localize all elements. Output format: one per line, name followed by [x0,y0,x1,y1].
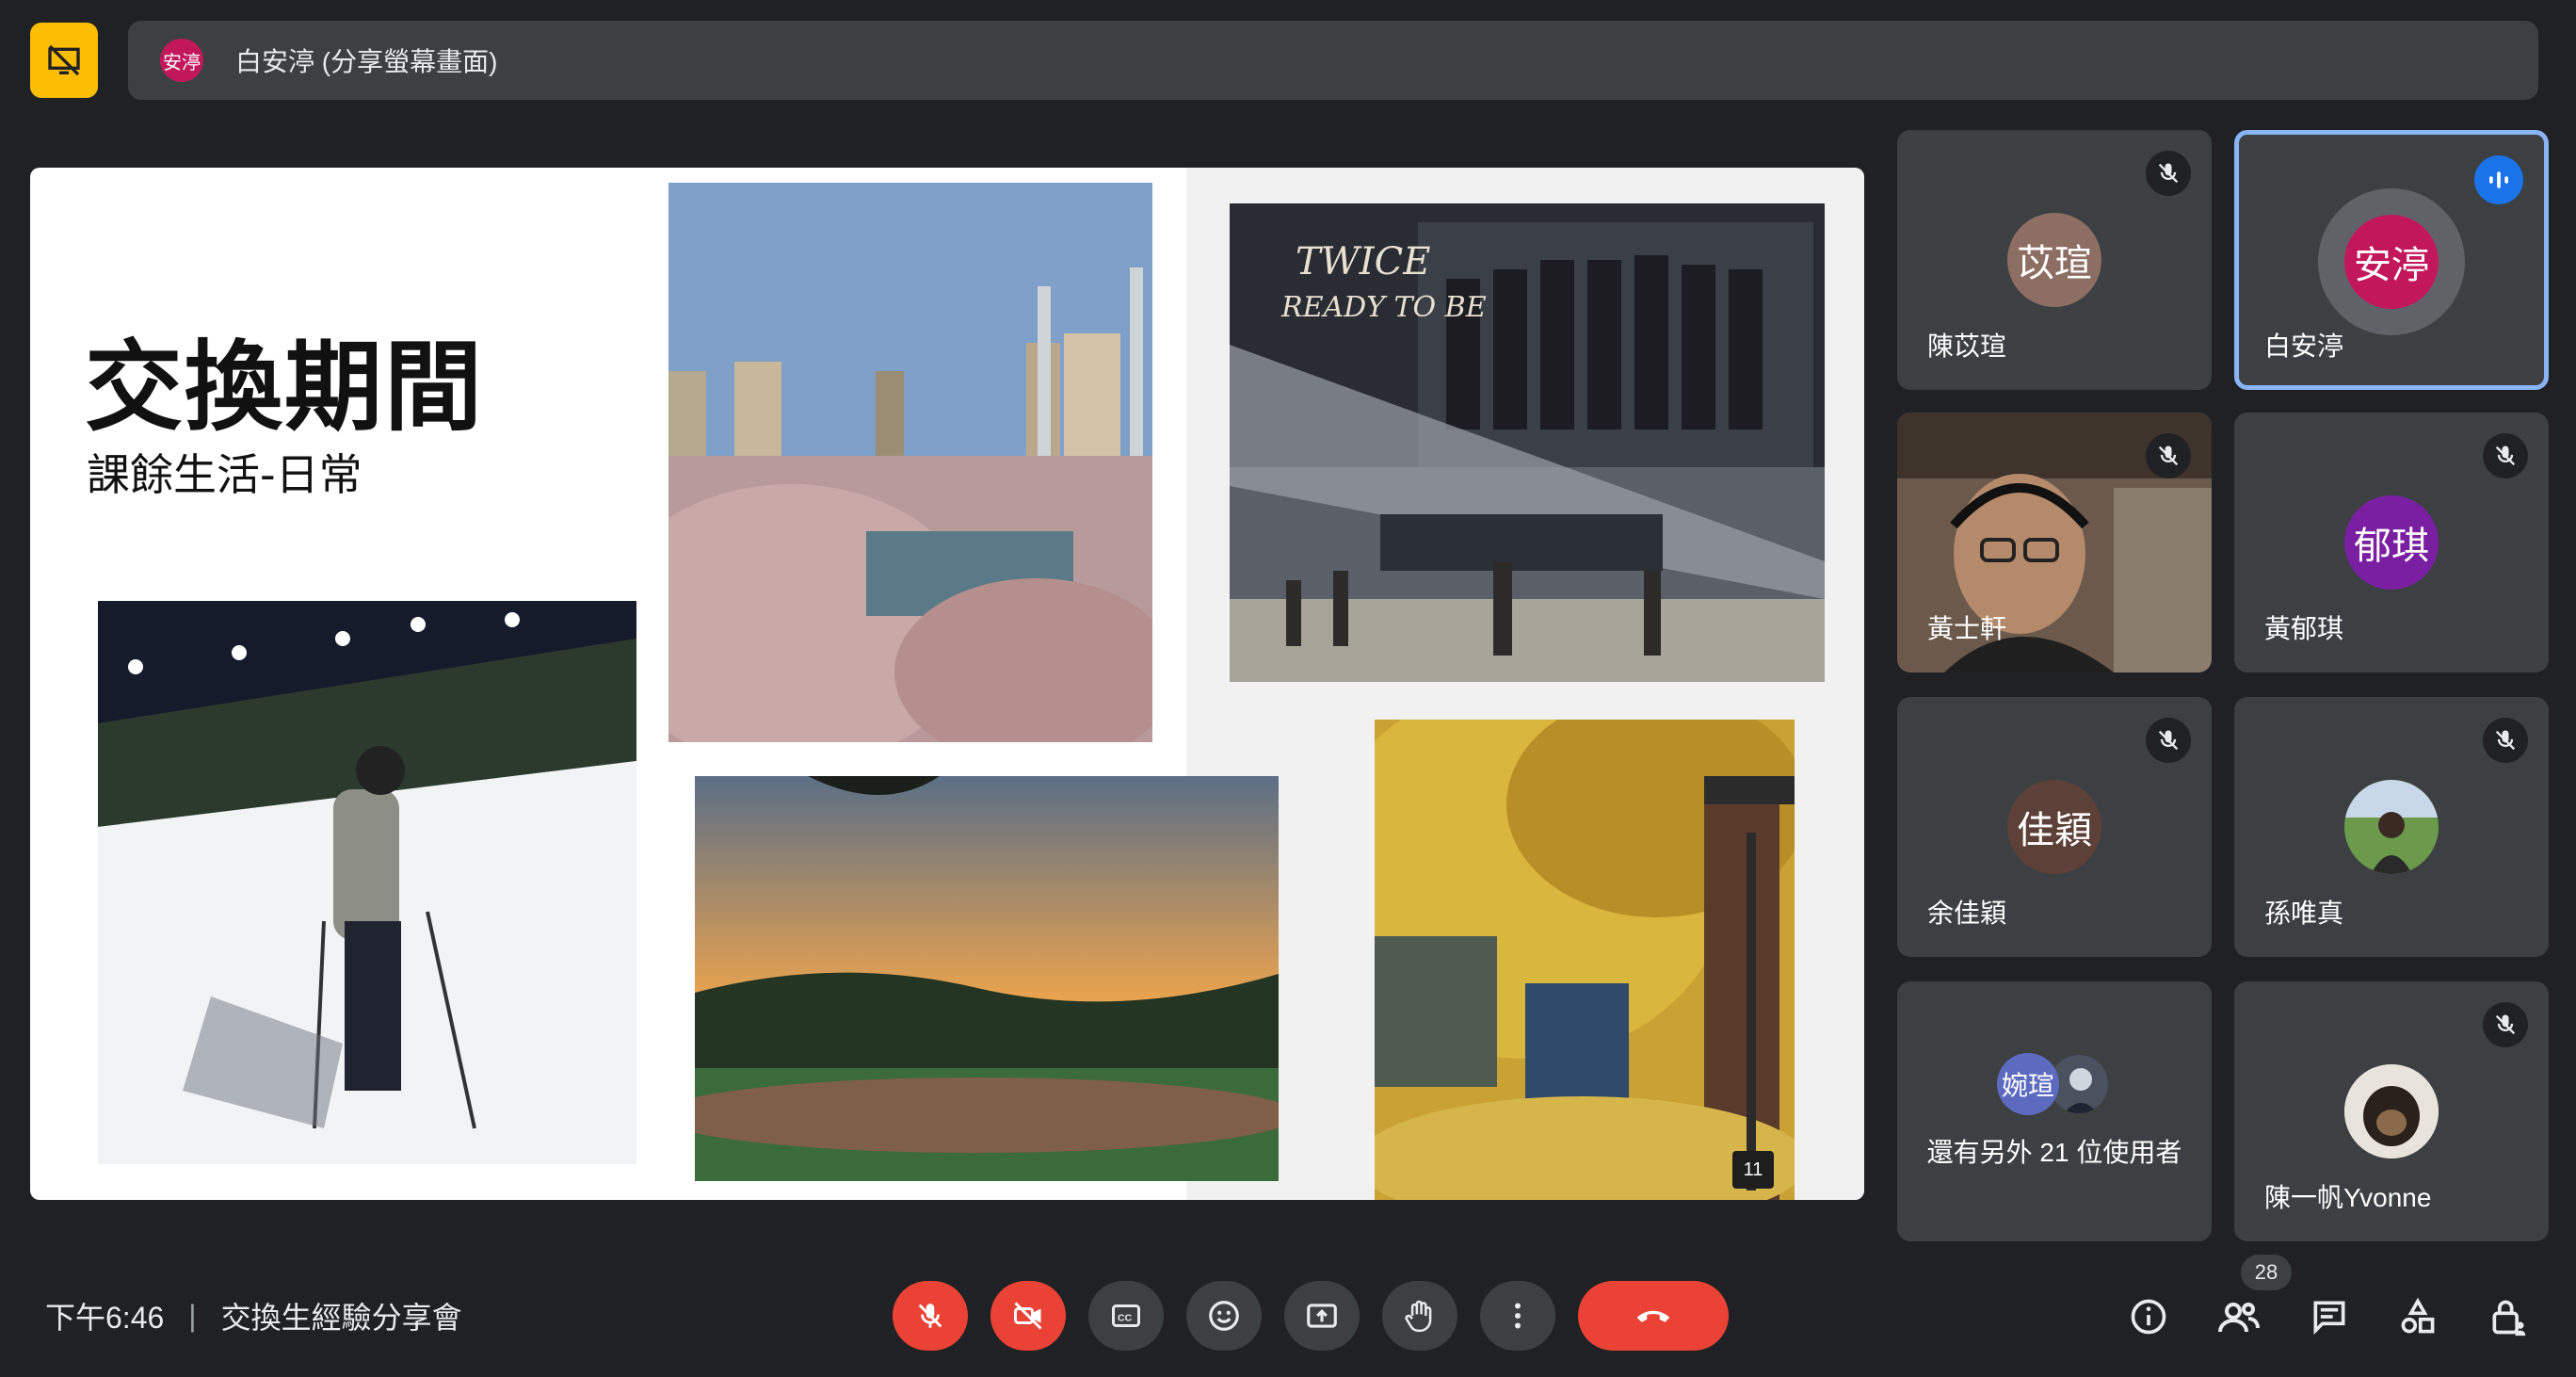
participant-name: 孫唯真 [2264,899,2344,928]
participant-tile[interactable]: 黃士軒 [1897,413,2212,672]
participant-name: 陳一帆Yvonne [2264,1183,2432,1212]
mic-off-icon [2483,433,2528,478]
participant-tile[interactable]: 孫唯真 [2234,697,2549,957]
more-participants-tile[interactable]: 婉瑄 還有另外 21 位使用者 [1897,981,2212,1241]
camera-off-icon [1014,1302,1042,1330]
photo-twice-concert: TWICE READY TO BE [1230,203,1825,682]
hang-up-icon [1636,1310,1670,1322]
more-participants-label: 還有另外 21 位使用者 [1926,1138,2182,1167]
meeting-details-button[interactable] [2122,1290,2175,1343]
svg-text:CC: CC [1118,1312,1133,1323]
emoji-icon [1209,1301,1239,1331]
shared-screen: 交換期間 課餘生活-日常 TWICE READY TO BE 11 [30,168,1864,1200]
presentation-title: 白安渟 (分享螢幕畫面) [235,47,498,76]
photo-ginkgo-tree [1375,720,1795,1200]
participant-tile[interactable]: 安渟 白安渟 [2234,130,2549,390]
presentation-off-icon[interactable] [30,23,98,98]
mic-toggle-button[interactable] [893,1281,968,1351]
mic-off-icon [2146,151,2191,196]
meeting-name: 交換生經驗分享會 [220,1301,462,1335]
host-controls-button[interactable] [2482,1290,2535,1343]
mic-off-icon [2146,433,2191,478]
participant-name: 陳苡瑄 [1927,332,2007,361]
people-icon [2218,1303,2260,1333]
participant-avatar: 婉瑄 [1997,1053,2059,1115]
participant-avatar: 安渟 [2344,215,2439,309]
captions-icon: CC [1112,1304,1140,1327]
chat-button[interactable] [2303,1290,2356,1343]
participant-tile[interactable]: 佳穎 余佳穎 [1897,697,2212,957]
more-vert-icon [1515,1303,1521,1329]
slide-subtitle: 課餘生活-日常 [87,449,362,500]
mic-off-icon [2146,718,2191,763]
mic-off-icon [2483,1002,2528,1047]
reactions-button[interactable] [1186,1281,1262,1351]
participant-tile[interactable]: 郁琪 黃郁琪 [2234,413,2549,672]
camera-toggle-button[interactable] [990,1281,1066,1351]
present-icon [1307,1304,1337,1328]
info-icon [2131,1299,2166,1335]
participant-avatar: 佳穎 [2007,780,2101,874]
more-options-button[interactable] [1480,1281,1555,1351]
participant-avatar [2344,1064,2439,1158]
people-button[interactable] [2213,1290,2265,1343]
slide-title: 交換期間 [85,330,485,445]
participant-tile[interactable]: 苡瑄 陳苡瑄 [1897,130,2212,390]
mic-off-icon [2483,718,2528,763]
participant-name: 黃士軒 [1927,614,2007,643]
participant-name: 白安渟 [2264,332,2344,361]
present-screen-button[interactable] [1284,1281,1360,1351]
separator: | [188,1298,197,1333]
poster-title: TWICE [1296,240,1430,284]
presentation-banner: 安渟 白安渟 (分享螢幕畫面) [128,21,2538,100]
photo-sunset-field [695,776,1279,1181]
clock-time: 下午6:46 [45,1301,165,1335]
presenter-avatar: 安渟 [160,39,203,82]
raise-hand-button[interactable] [1382,1281,1457,1351]
mic-off-icon [918,1304,942,1328]
participant-tile[interactable]: 陳一帆Yvonne [2234,981,2549,1241]
lock-person-icon [2492,1300,2526,1336]
captions-button[interactable]: CC [1088,1281,1164,1351]
participant-name: 黃郁琪 [2264,614,2344,643]
speaking-indicator-icon [2474,155,2523,204]
hand-icon [1405,1300,1432,1333]
participant-name: 余佳穎 [1927,899,2007,928]
chat-icon [2313,1301,2345,1336]
slide-page-number: 11 [1732,1151,1774,1189]
poster-subtitle: READY TO BE [1280,291,1487,324]
photo-cherry-blossom-city [668,183,1152,742]
activities-button[interactable] [2391,1290,2444,1343]
photo-ski [98,601,636,1164]
people-count-badge: 28 [2241,1255,2292,1290]
leave-call-button[interactable] [1578,1281,1729,1351]
participant-avatar: 苡瑄 [2007,213,2101,307]
participant-avatar: 郁琪 [2344,495,2439,590]
meeting-info: 下午6:46 | 交換生經驗分享會 [45,1294,462,1337]
participant-avatar [2344,780,2439,874]
activities-icon [2401,1297,2435,1334]
